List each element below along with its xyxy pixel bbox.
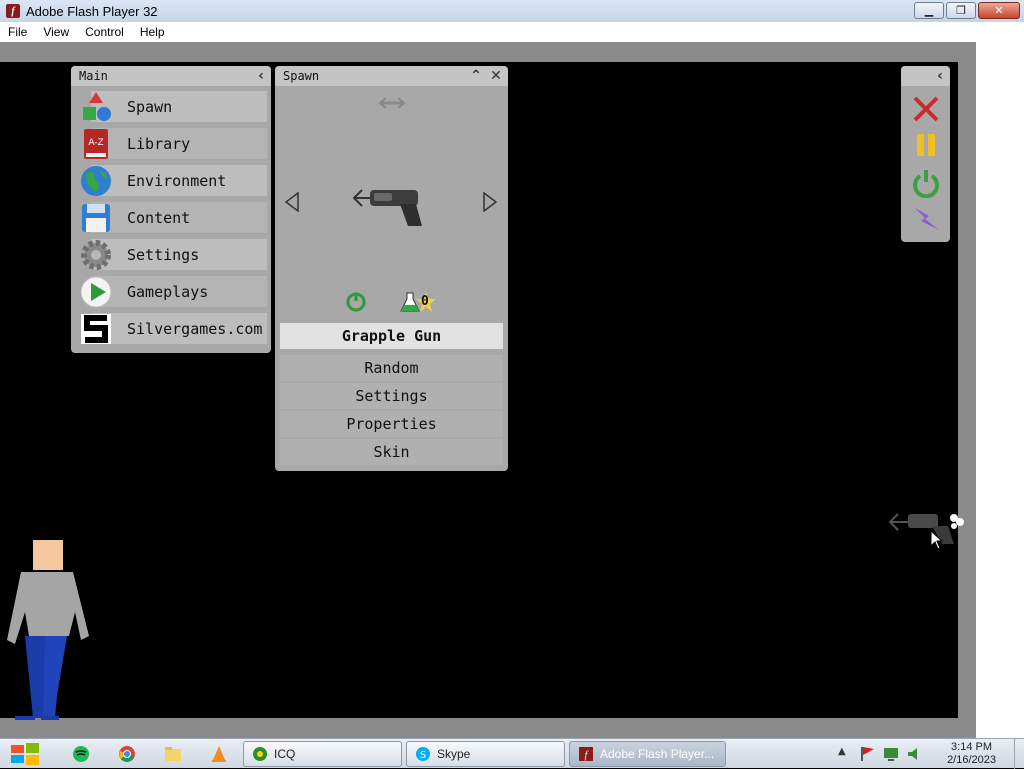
previous-item-icon[interactable]	[284, 192, 300, 212]
collapse-chevron-icon[interactable]: ‹	[932, 68, 948, 84]
clock-time: 3:14 PM	[951, 741, 993, 753]
flip-arrows-icon[interactable]	[378, 96, 406, 110]
taskbar-item-flash-player[interactable]: f Adobe Flash Player...	[569, 741, 726, 767]
flash-player-icon: f	[579, 747, 593, 761]
option-properties[interactable]: Properties	[280, 411, 503, 437]
pause-icon[interactable]	[911, 130, 941, 160]
menubar: File View Control Help	[0, 22, 1024, 42]
taskbar-item-icq[interactable]: ICQ	[243, 741, 402, 767]
menu-item-spawn[interactable]: Spawn	[75, 88, 267, 125]
taskbar: ICQ S Skype f Adobe Flash Player... ▲ 3:…	[0, 738, 1024, 769]
selected-item-label[interactable]: Grapple Gun	[280, 323, 503, 349]
book-az-icon: A-Z	[84, 128, 108, 159]
skype-icon: S	[416, 747, 430, 761]
spawn-panel-header: Spawn ⌃ ✕	[275, 66, 508, 86]
control-panel-header: ‹	[901, 66, 950, 86]
icq-icon	[253, 747, 267, 761]
spotify-icon[interactable]	[72, 745, 90, 763]
gear-icon	[81, 239, 111, 270]
menu-help[interactable]: Help	[132, 25, 173, 39]
chrome-icon[interactable]	[118, 745, 136, 763]
play-icon	[80, 276, 112, 307]
control-panel: ‹	[901, 66, 950, 242]
window-titlebar: f Adobe Flash Player 32 ▁ ❐ ✕	[0, 0, 1024, 22]
spawn-panel: Spawn ⌃ ✕ 0 Grapple Gun Random Settings …	[275, 66, 508, 471]
window-title: Adobe Flash Player 32	[26, 3, 158, 19]
option-settings[interactable]: Settings	[280, 383, 503, 409]
action-center-flag-icon[interactable]	[858, 745, 876, 763]
svg-text:A-Z: A-Z	[88, 138, 103, 148]
close-x-icon[interactable]	[911, 94, 941, 124]
volume-icon[interactable]	[906, 745, 924, 763]
main-panel-header: Main ‹	[71, 66, 271, 86]
collapse-chevron-icon[interactable]: ‹	[253, 68, 269, 84]
close-button[interactable]: ✕	[978, 2, 1020, 19]
option-random[interactable]: Random	[280, 355, 503, 381]
shapes-icon	[83, 91, 111, 121]
menu-item-silvergames[interactable]: Silvergames.com	[75, 310, 267, 347]
vlc-icon[interactable]	[210, 745, 228, 763]
main-panel: Main ‹ Spawn A-Z Library Environment Con…	[71, 66, 271, 353]
ragdoll-character[interactable]	[5, 536, 105, 736]
spawn-counter: 0	[421, 294, 429, 309]
floppy-disk-icon	[82, 203, 110, 232]
power-toggle-icon[interactable]	[345, 291, 367, 313]
option-skin[interactable]: Skin	[280, 439, 503, 465]
menu-item-gameplays[interactable]: Gameplays	[75, 273, 267, 310]
lightning-icon[interactable]	[911, 204, 941, 234]
minimize-button[interactable]: ▁	[914, 2, 944, 19]
spawn-panel-title: Spawn	[283, 69, 320, 83]
taskbar-item-skype[interactable]: S Skype	[406, 741, 565, 767]
flash-player-icon: f	[6, 4, 20, 18]
main-panel-title: Main	[79, 69, 108, 83]
menu-view[interactable]: View	[35, 25, 77, 39]
power-icon[interactable]	[911, 168, 941, 198]
window-margin	[976, 42, 1024, 738]
menu-item-library[interactable]: A-Z Library	[75, 125, 267, 162]
silvergames-logo-icon	[81, 313, 111, 344]
menu-item-settings[interactable]: Settings	[75, 236, 267, 273]
start-button-icon[interactable]	[8, 739, 42, 769]
show-desktop-button[interactable]	[1014, 739, 1024, 769]
svg-text:S: S	[420, 750, 426, 761]
menu-file[interactable]: File	[0, 25, 35, 39]
system-clock[interactable]: 3:14 PM 2/16/2023	[947, 741, 996, 767]
clock-date: 2/16/2023	[947, 754, 996, 766]
maximize-button[interactable]: ❐	[946, 2, 976, 19]
network-icon[interactable]	[882, 745, 900, 763]
menu-control[interactable]: Control	[77, 25, 132, 39]
mouse-cursor-icon	[930, 530, 944, 550]
tray-expand-icon[interactable]: ▲	[838, 746, 846, 757]
grapple-gun-object[interactable]	[888, 508, 968, 548]
grapple-gun-preview	[352, 189, 422, 226]
collapse-up-icon[interactable]: ⌃	[468, 68, 484, 84]
spawn-preview: 0	[275, 86, 508, 316]
close-icon[interactable]: ✕	[488, 68, 504, 84]
menu-item-environment[interactable]: Environment	[75, 162, 267, 199]
globe-icon	[81, 165, 111, 196]
menu-item-content[interactable]: Content	[75, 199, 267, 236]
next-item-icon[interactable]	[482, 192, 498, 212]
folder-icon[interactable]	[164, 745, 182, 763]
